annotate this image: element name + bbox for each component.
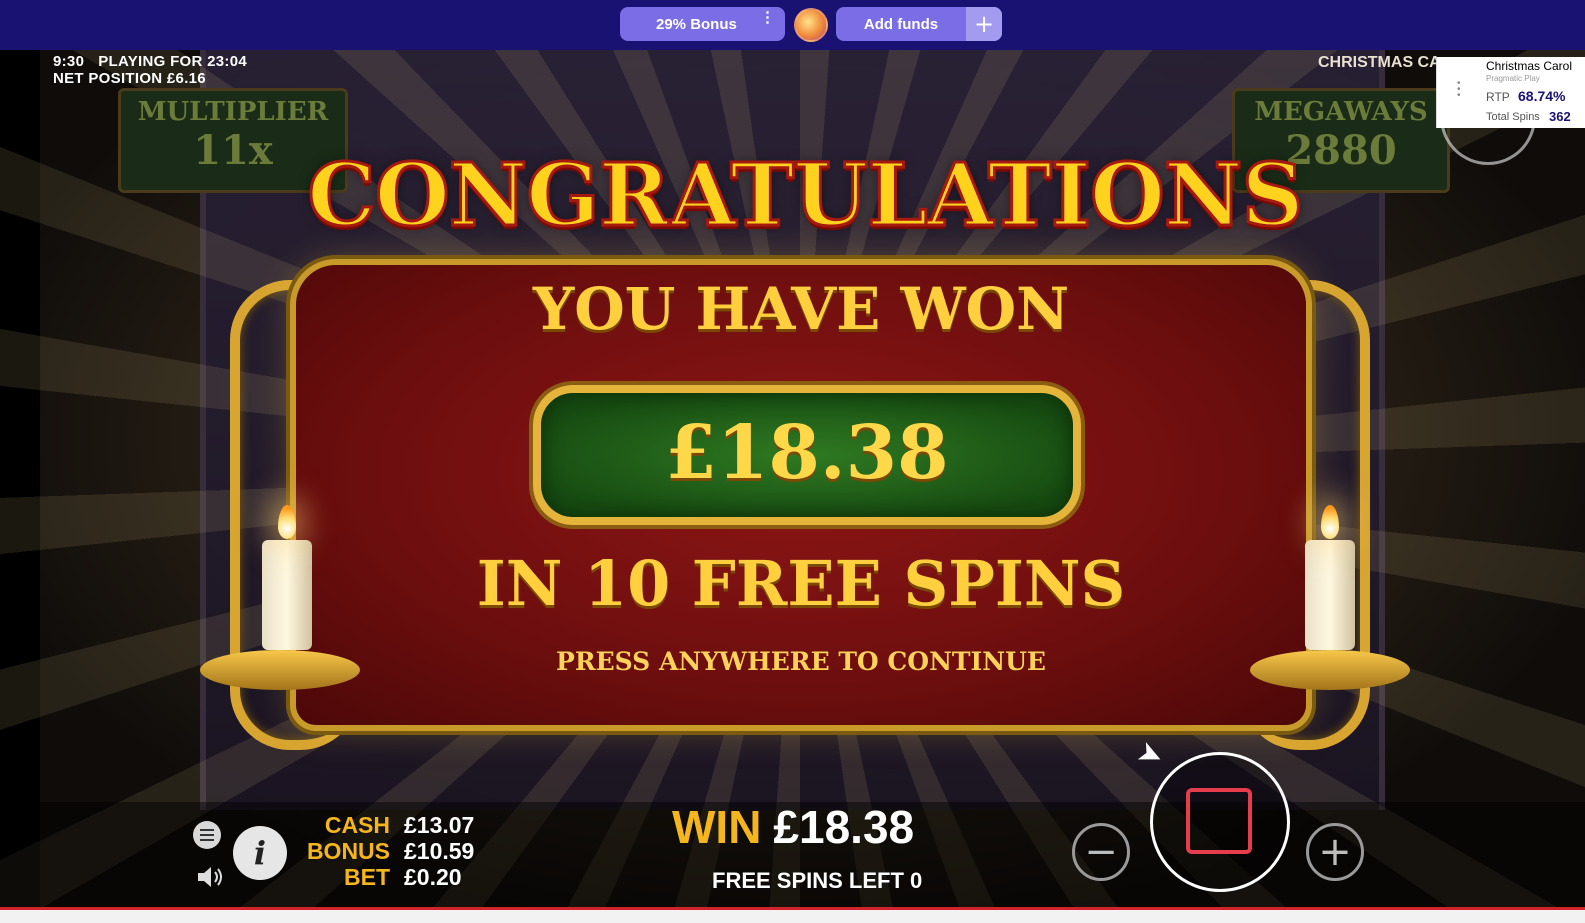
info-icon[interactable]: i (233, 826, 287, 880)
total-spins-value: 362 (1549, 109, 1571, 124)
bottom-edge (0, 910, 1585, 923)
decrease-bet-button[interactable]: − (1072, 823, 1130, 881)
cash-value: £13.07 (404, 812, 475, 838)
win-value: £18.38 (773, 801, 915, 853)
multiplier-label: MULTIPLIER (137, 97, 329, 127)
free-spins-left: FREE SPINS LEFT 0 (712, 868, 923, 893)
session-info: 9:30 PLAYING FOR 23:04 NET POSITION £6.16 (53, 53, 261, 87)
you-have-won-text: YOU HAVE WON (532, 275, 1070, 343)
bonus-balance-value: £10.59 (404, 838, 475, 864)
free-spins-text: IN 10 FREE SPINS (476, 547, 1126, 620)
total-spins-label: Total Spins (1486, 111, 1540, 123)
candle-right (1305, 540, 1355, 650)
game-area[interactable]: 9:30 PLAYING FOR 23:04 NET POSITION £6.16… (0, 50, 1585, 907)
bonus-button[interactable]: 29% Bonus ⋮ (620, 7, 785, 41)
bet-label: BET (344, 864, 390, 890)
clock: 9:30 (53, 53, 85, 70)
congratulations-headline: CONGRATULATIONS (306, 144, 1305, 248)
win-label: WIN (672, 801, 762, 853)
playing-for: PLAYING FOR 23:04 (98, 53, 247, 70)
stop-icon (1186, 788, 1252, 854)
bonus-label: 29% Bonus (656, 15, 737, 33)
bonus-balance-label: BONUS (306, 838, 390, 864)
win-display: WIN £18.38 (672, 800, 914, 854)
add-funds-button[interactable]: Add funds + (836, 7, 1002, 41)
plus-icon: + (1318, 829, 1352, 875)
hamburger-icon[interactable] (193, 821, 221, 849)
rtp-tracker-widget[interactable]: • • • Christmas Carol Pragmatic Play RTP 6… (1436, 57, 1585, 128)
cash-label: CASH (324, 812, 390, 838)
speaker-icon[interactable] (196, 864, 226, 890)
more-options-icon[interactable]: ⋮ (760, 10, 775, 25)
minus-icon: − (1084, 829, 1118, 875)
bonus-coin-icon (794, 8, 828, 42)
top-bar: 29% Bonus ⋮ Add funds + (0, 0, 1585, 50)
balance-stats: CASH £13.07 BONUS £10.59 BET £0.20 (300, 812, 474, 890)
plus-icon[interactable]: + (966, 7, 1002, 41)
widget-menu-icon[interactable]: • • • (1457, 79, 1461, 101)
bet-value: £0.20 (404, 864, 462, 890)
net-position: NET POSITION £6.16 (53, 70, 206, 87)
rtp-value: 68.74% (1518, 88, 1566, 104)
megaways-label: MEGAWAYS (1254, 97, 1428, 127)
add-funds-label: Add funds (863, 15, 939, 33)
rtp-label: RTP (1486, 90, 1510, 104)
tracker-game-name: Christmas Carol (1486, 59, 1573, 73)
game-title: CHRISTMAS CA (1318, 54, 1438, 71)
won-amount: £18.38 (665, 410, 949, 496)
tracker-provider: Pragmatic Play (1486, 74, 1540, 83)
press-anywhere-text[interactable]: PRESS ANYWHERE TO CONTINUE (296, 647, 1306, 676)
increase-bet-button[interactable]: + (1306, 823, 1364, 881)
